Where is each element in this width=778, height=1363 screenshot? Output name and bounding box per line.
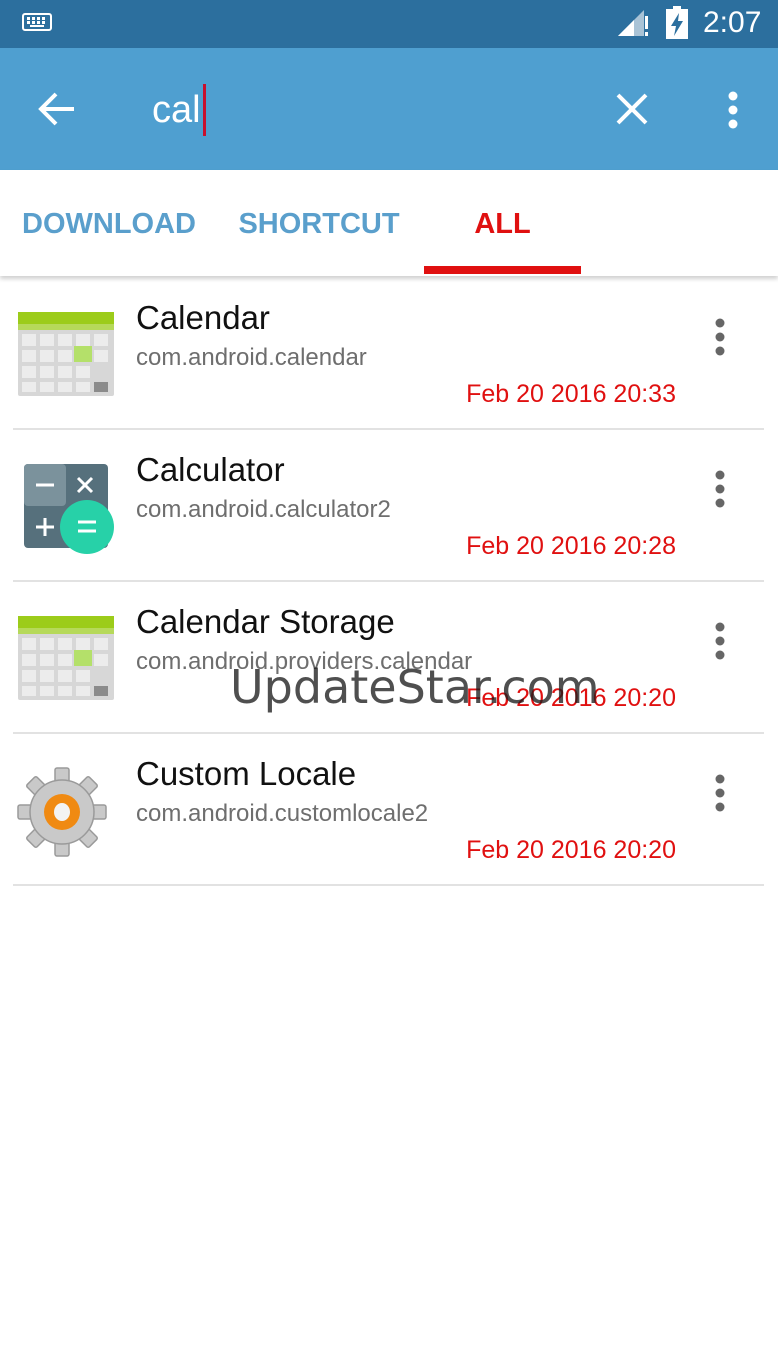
search-input[interactable]: cal: [152, 84, 206, 136]
close-icon[interactable]: [612, 89, 652, 129]
keyboard-icon: [22, 13, 52, 31]
more-vert-icon[interactable]: [704, 468, 736, 512]
back-arrow-icon[interactable]: [34, 86, 80, 132]
app-name: Calendar: [136, 299, 270, 336]
calculator-icon: [24, 464, 114, 554]
gear-icon: [17, 767, 107, 857]
app-package: com.android.calculator2: [136, 496, 391, 523]
app-date: Feb 20 2016 20:20: [466, 684, 676, 712]
more-vert-icon[interactable]: [704, 772, 736, 816]
more-vert-icon[interactable]: [718, 88, 748, 132]
app-date: Feb 20 2016 20:20: [466, 836, 676, 864]
tab-all[interactable]: ALL: [424, 206, 581, 242]
search-toolbar: cal: [0, 48, 778, 170]
signal-icon: [618, 10, 648, 36]
more-vert-icon[interactable]: [704, 620, 736, 664]
app-package: com.android.providers.calendar: [136, 648, 473, 675]
app-date: Feb 20 2016 20:28: [466, 532, 676, 560]
tab-indicator: [424, 266, 581, 274]
app-package: com.android.calendar: [136, 344, 367, 371]
calendar-icon: [18, 312, 114, 396]
clock: 2:07: [703, 6, 762, 39]
tab-download[interactable]: DOWNLOAD: [22, 206, 196, 242]
list-item[interactable]: Calendar com.android.calendar Feb 20 201…: [0, 278, 778, 430]
search-input-text: cal: [152, 89, 201, 131]
app-package: com.android.customlocale2: [136, 800, 429, 827]
tab-bar: DOWNLOAD SHORTCUT ALL: [0, 170, 778, 276]
battery-charging-icon: [666, 6, 688, 39]
more-vert-icon[interactable]: [704, 316, 736, 360]
list-item[interactable]: Calculator com.android.calculator2 Feb 2…: [0, 430, 778, 582]
list-item[interactable]: Calendar Storage com.android.providers.c…: [0, 582, 778, 734]
calendar-icon: [18, 616, 114, 700]
text-cursor: [202, 84, 206, 136]
divider: [13, 884, 764, 886]
app-name: Custom Locale: [136, 755, 357, 792]
app-name: Calculator: [136, 451, 285, 488]
app-list: Calendar com.android.calendar Feb 20 201…: [0, 278, 778, 886]
app-name: Calendar Storage: [136, 603, 395, 640]
list-item[interactable]: Custom Locale com.android.customlocale2 …: [0, 734, 778, 886]
app-date: Feb 20 2016 20:33: [466, 380, 676, 408]
tab-shortcut[interactable]: SHORTCUT: [238, 206, 400, 242]
status-bar: 2:07: [0, 0, 778, 48]
